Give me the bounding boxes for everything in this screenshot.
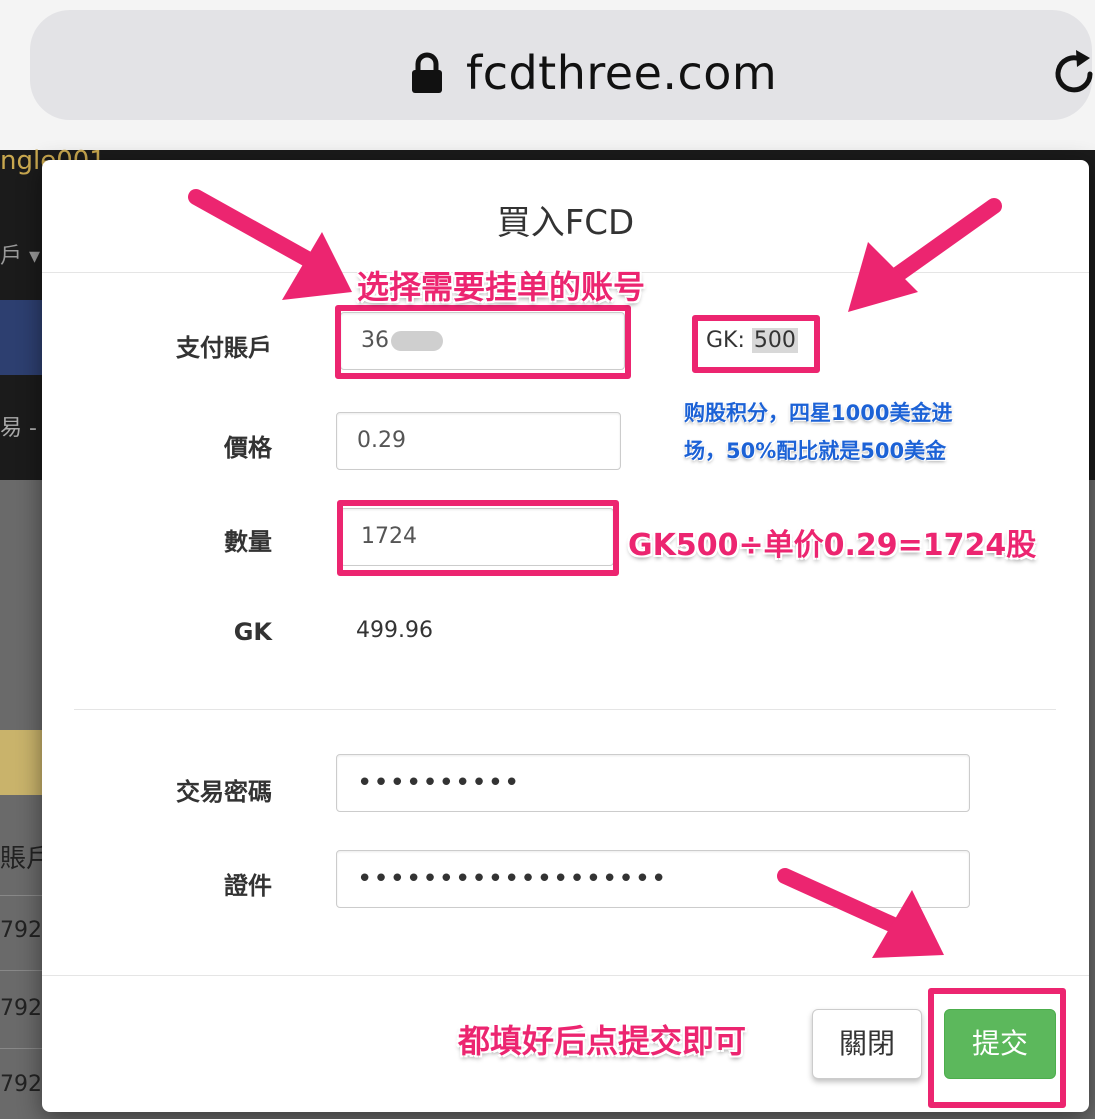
- annotation-arrows: [188, 189, 1002, 958]
